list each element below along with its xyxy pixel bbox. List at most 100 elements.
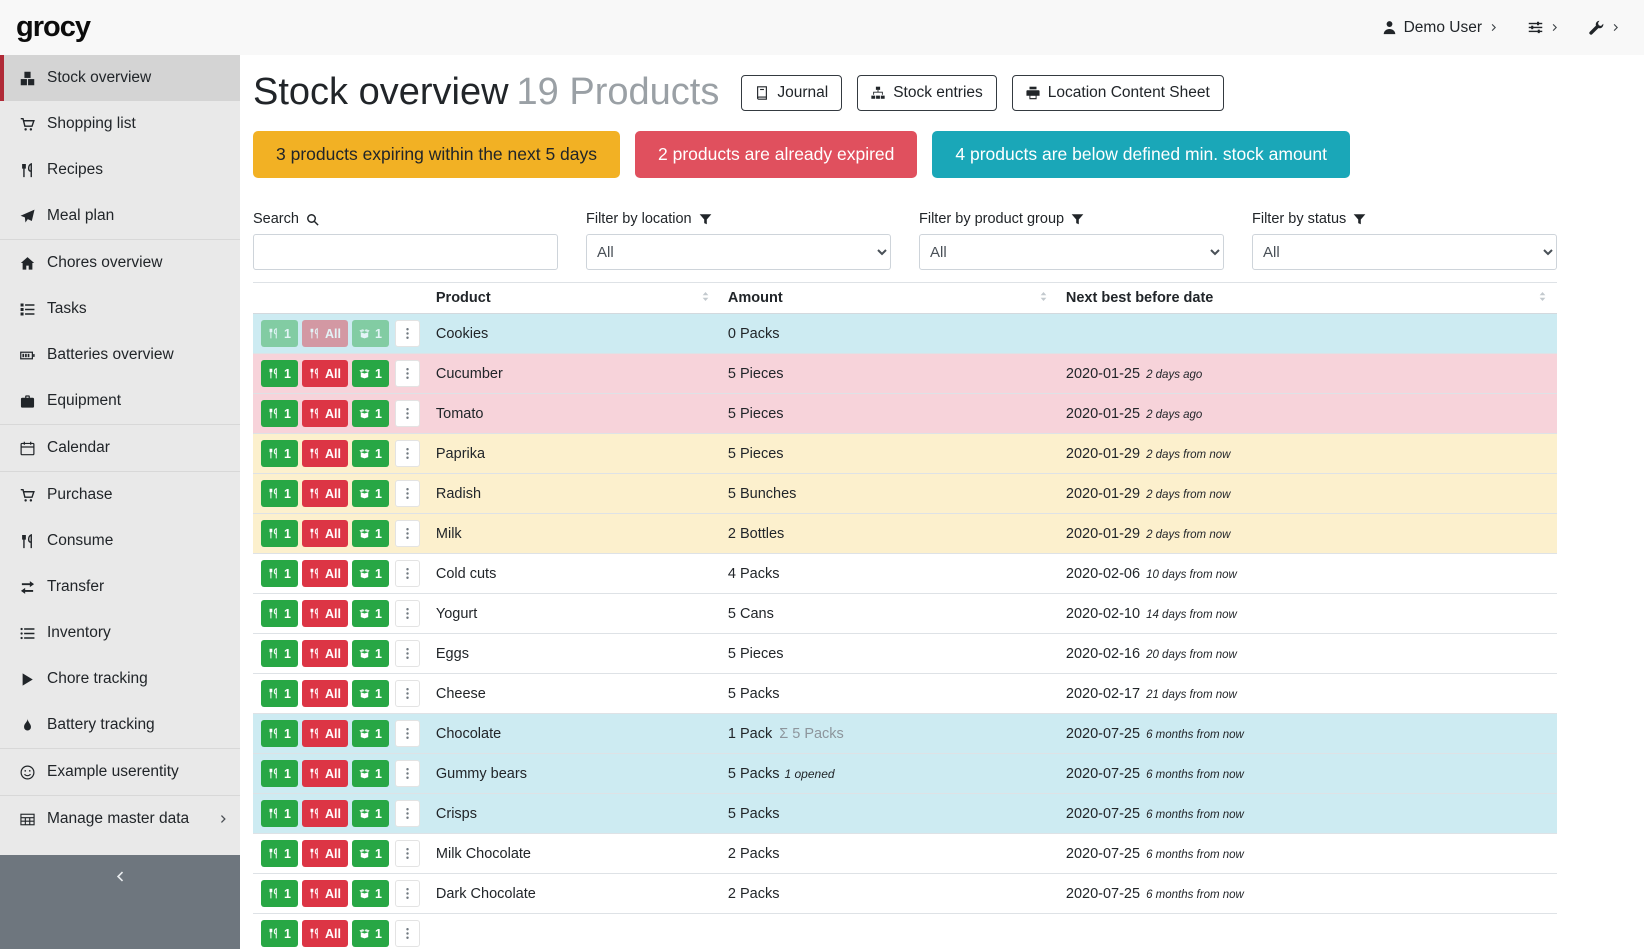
sidebar-item-tasks[interactable]: Tasks [0, 286, 240, 332]
row-menu-button[interactable] [395, 800, 420, 827]
open-one-button[interactable]: 1 [352, 360, 389, 387]
sidebar-collapse-button[interactable] [0, 855, 240, 949]
consume-all-button[interactable]: All [302, 760, 348, 787]
consume-all-button[interactable]: All [302, 920, 348, 947]
sidebar-item-chore-tracking[interactable]: Chore tracking [0, 656, 240, 702]
open-one-button[interactable]: 1 [352, 720, 389, 747]
consume-all-button[interactable]: All [302, 880, 348, 907]
status-alert[interactable]: 3 products expiring within the next 5 da… [253, 131, 620, 178]
row-menu-button[interactable] [395, 440, 420, 467]
admin-menu[interactable] [1589, 20, 1620, 35]
app-logo[interactable]: grocy [16, 11, 90, 44]
consume-all-button[interactable]: All [302, 800, 348, 827]
consume-all-button[interactable]: All [302, 320, 348, 347]
stock-entries-button[interactable]: Stock entries [857, 75, 997, 111]
consume-one-button[interactable]: 1 [261, 800, 298, 827]
open-one-button[interactable]: 1 [352, 640, 389, 667]
sidebar-item-example-userentity[interactable]: Example userentity [0, 749, 240, 795]
consume-all-button[interactable]: All [302, 480, 348, 507]
row-menu-button[interactable] [395, 520, 420, 547]
sidebar-item-equipment[interactable]: Equipment [0, 378, 240, 424]
open-one-button[interactable]: 1 [352, 680, 389, 707]
status-alert[interactable]: 2 products are already expired [635, 131, 917, 178]
search-input[interactable] [253, 234, 558, 270]
sidebar-item-consume[interactable]: Consume [0, 518, 240, 564]
consume-one-button[interactable]: 1 [261, 560, 298, 587]
row-menu-button[interactable] [395, 320, 420, 347]
consume-all-button[interactable]: All [302, 400, 348, 427]
sidebar-item-batteries-overview[interactable]: Batteries overview [0, 332, 240, 378]
open-one-button[interactable]: 1 [352, 920, 389, 947]
consume-one-button[interactable]: 1 [261, 520, 298, 547]
sidebar-item-recipes[interactable]: Recipes [0, 147, 240, 193]
open-one-button[interactable]: 1 [352, 800, 389, 827]
row-menu-button[interactable] [395, 840, 420, 867]
sidebar-item-battery-tracking[interactable]: Battery tracking [0, 702, 240, 748]
column-header-product[interactable]: Product [428, 283, 720, 314]
journal-button[interactable]: Journal [741, 75, 842, 111]
filter-by-status-select[interactable]: All [1252, 234, 1557, 270]
sidebar-item-chores-overview[interactable]: Chores overview [0, 240, 240, 286]
row-menu-button[interactable] [395, 400, 420, 427]
consume-one-button[interactable]: 1 [261, 400, 298, 427]
row-menu-button[interactable] [395, 760, 420, 787]
consume-one-button[interactable]: 1 [261, 360, 298, 387]
consume-one-button[interactable]: 1 [261, 680, 298, 707]
consume-all-button[interactable]: All [302, 560, 348, 587]
open-one-button[interactable]: 1 [352, 760, 389, 787]
open-one-button[interactable]: 1 [352, 560, 389, 587]
consume-all-button[interactable]: All [302, 600, 348, 627]
open-one-button[interactable]: 1 [352, 440, 389, 467]
consume-all-button[interactable]: All [302, 680, 348, 707]
row-menu-button[interactable] [395, 560, 420, 587]
consume-all-button[interactable]: All [302, 720, 348, 747]
open-one-button[interactable]: 1 [352, 600, 389, 627]
location-content-sheet-button[interactable]: Location Content Sheet [1012, 75, 1224, 111]
row-menu-button[interactable] [395, 680, 420, 707]
consume-one-button[interactable]: 1 [261, 760, 298, 787]
row-menu-button[interactable] [395, 600, 420, 627]
filter-by-location-select[interactable]: All [586, 234, 891, 270]
open-one-button[interactable]: 1 [352, 880, 389, 907]
consume-all-button[interactable]: All [302, 640, 348, 667]
open-one-button[interactable]: 1 [352, 520, 389, 547]
status-alert[interactable]: 4 products are below defined min. stock … [932, 131, 1350, 178]
sidebar-item-manage-master-data[interactable]: Manage master data [0, 796, 240, 842]
settings-menu[interactable] [1528, 20, 1559, 35]
consume-one-button[interactable]: 1 [261, 920, 298, 947]
sidebar-item-inventory[interactable]: Inventory [0, 610, 240, 656]
sidebar-item-meal-plan[interactable]: Meal plan [0, 193, 240, 239]
consume-all-button[interactable]: All [302, 840, 348, 867]
consume-all-button[interactable]: All [302, 520, 348, 547]
row-menu-button[interactable] [395, 920, 420, 947]
filter-by-product-group-select[interactable]: All [919, 234, 1224, 270]
consume-one-button[interactable]: 1 [261, 440, 298, 467]
row-menu-button[interactable] [395, 360, 420, 387]
column-header-amount[interactable]: Amount [720, 283, 1058, 314]
consume-one-button[interactable]: 1 [261, 880, 298, 907]
row-actions: 1All1 [253, 514, 428, 554]
sidebar-item-calendar[interactable]: Calendar [0, 425, 240, 471]
column-header-next-best-before-date[interactable]: Next best before date [1058, 283, 1557, 314]
consume-all-button[interactable]: All [302, 440, 348, 467]
open-one-button[interactable]: 1 [352, 400, 389, 427]
consume-one-button[interactable]: 1 [261, 480, 298, 507]
consume-one-button[interactable]: 1 [261, 640, 298, 667]
sidebar-item-transfer[interactable]: Transfer [0, 564, 240, 610]
open-one-button[interactable]: 1 [352, 480, 389, 507]
open-one-button[interactable]: 1 [352, 320, 389, 347]
row-menu-button[interactable] [395, 480, 420, 507]
row-menu-button[interactable] [395, 720, 420, 747]
consume-one-button[interactable]: 1 [261, 320, 298, 347]
consume-one-button[interactable]: 1 [261, 600, 298, 627]
row-menu-button[interactable] [395, 880, 420, 907]
sidebar-item-purchase[interactable]: Purchase [0, 472, 240, 518]
consume-one-button[interactable]: 1 [261, 840, 298, 867]
user-menu[interactable]: Demo User [1382, 19, 1498, 37]
open-one-button[interactable]: 1 [352, 840, 389, 867]
consume-one-button[interactable]: 1 [261, 720, 298, 747]
row-menu-button[interactable] [395, 640, 420, 667]
consume-all-button[interactable]: All [302, 360, 348, 387]
sidebar-item-shopping-list[interactable]: Shopping list [0, 101, 240, 147]
sidebar-item-stock-overview[interactable]: Stock overview [0, 55, 240, 101]
